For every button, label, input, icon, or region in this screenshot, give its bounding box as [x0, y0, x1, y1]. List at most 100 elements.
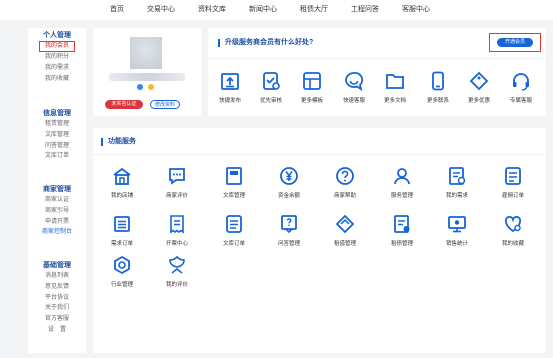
open-membership-highlight: 开通会员: [489, 33, 541, 52]
nav-customer-service[interactable]: 客服中心: [402, 0, 430, 20]
feature-quick-service: 快速客服: [334, 71, 374, 104]
service-my-store[interactable]: 我的店铺: [98, 166, 146, 199]
service-sales-stats[interactable]: 销售统计: [433, 214, 481, 247]
sidebar-item-official-service[interactable]: 官方客服: [28, 314, 86, 325]
qa-icon: [281, 215, 297, 234]
sidebar-item-my-demands[interactable]: 我的需求: [28, 63, 86, 74]
nav-document-library[interactable]: 资料文库: [198, 0, 226, 20]
coupon-icon: [469, 71, 489, 91]
service-my-reviews[interactable]: 我的评价: [153, 255, 201, 288]
nav-news-center[interactable]: 新闻中心: [249, 0, 277, 20]
invoice-icon: [170, 215, 184, 234]
service-my-demands[interactable]: 我的需求: [433, 166, 481, 199]
open-membership-button[interactable]: 开通会员: [497, 38, 533, 47]
service-label: 文库订单: [222, 241, 245, 247]
service-label: 开票中心: [165, 241, 188, 247]
templates-icon: [303, 72, 321, 90]
service-label: 租借管理: [333, 241, 356, 247]
feature-label: 专属客服: [509, 98, 532, 104]
edit-profile-button[interactable]: 修改资料: [150, 100, 180, 109]
sidebar-group-title: 商家管理: [43, 186, 71, 193]
nav-engineering-qa[interactable]: 工程问答: [351, 0, 379, 20]
headset-icon: [513, 73, 529, 91]
service-merchant-help[interactable]: 商家帮助: [321, 166, 369, 199]
debt-icon: [394, 215, 410, 233]
sidebar-item-merchant-guide[interactable]: 商家引导: [28, 206, 86, 217]
sidebar-group-basic: 基础管理 消息列表 意见反馈 平台协议 关于我们 官方客服 设 置: [28, 261, 86, 336]
sidebar-item-settings[interactable]: 设 置: [28, 325, 86, 336]
service-label: 需求订单: [110, 241, 133, 247]
sidebar-item-merchant-console[interactable]: 商家控制台: [28, 227, 86, 238]
sidebar-item-messages[interactable]: 消息列表: [28, 271, 86, 282]
service-invoice-center[interactable]: 开票中心: [153, 214, 201, 247]
sidebar-item-library-orders[interactable]: 文库订单: [28, 151, 86, 162]
service-service-manage[interactable]: 服务管理: [378, 166, 426, 199]
sidebar-item-feedback[interactable]: 意见反馈: [28, 282, 86, 293]
sidebar-item-my-points[interactable]: 我的积分: [28, 52, 86, 63]
demand-icon: [449, 167, 466, 185]
service-my-favorites[interactable]: 我的收藏: [489, 214, 537, 247]
sidebar-item-library-manage[interactable]: 文库管理: [28, 130, 86, 141]
service-demand-orders[interactable]: 需求订单: [98, 214, 146, 247]
sidebar-group-title: 个人管理: [43, 32, 71, 39]
service-label: 我的需求: [445, 193, 468, 199]
sidebar-item-qa-manage[interactable]: 问答管理: [28, 141, 86, 152]
service-label: 商家评价: [165, 193, 188, 199]
services-panel: 功能服务 我的店铺 商家评价 文库管理 资金余额 商家帮助 服务管理 我的需求 …: [93, 128, 546, 353]
nav-home[interactable]: 首页: [110, 0, 124, 20]
service-label: 文库管理: [222, 193, 245, 199]
folder-icon: [386, 74, 404, 89]
service-label: 我的评价: [165, 282, 188, 288]
money-icon: [280, 167, 298, 185]
service-label: 服务管理: [390, 193, 413, 199]
feature-priority-review: 优先审核: [251, 71, 291, 104]
sidebar-item-my-favorites[interactable]: 我的收藏: [28, 74, 86, 85]
top-nav-links: 首页 交易中心 资料文库 新闻中心 租债大厅 工程问答 客服中心: [110, 0, 453, 20]
service-merchant-reviews[interactable]: 商家评价: [153, 166, 201, 199]
realname-cert-button[interactable]: 未实名认证: [105, 100, 143, 109]
sidebar-item-about-us[interactable]: 关于我们: [28, 303, 86, 314]
feature-more-documents: 更多文档: [375, 71, 415, 104]
sales-stats-icon: [448, 216, 466, 233]
sidebar-item-my-membership[interactable]: 我的会员: [39, 41, 75, 52]
gold-badge-icon: [148, 84, 154, 90]
avatar[interactable]: [130, 37, 162, 69]
library-order-icon: [226, 215, 242, 233]
feature-quick-publish: 快捷发布: [210, 71, 250, 104]
library-icon: [226, 167, 242, 185]
my-review-icon: [169, 255, 185, 274]
service-industry-manage[interactable]: 行业管理: [98, 255, 146, 288]
service-label: 我的店铺: [110, 193, 133, 199]
sidebar-group-personal: 个人管理 我的会员 我的积分 我的需求 我的收藏: [28, 31, 86, 84]
nav-trade-center[interactable]: 交易中心: [147, 0, 175, 20]
review-icon: [263, 72, 280, 90]
feature-label: 更多模板: [300, 98, 323, 104]
username-blurred: [109, 73, 185, 81]
chat-icon: [345, 72, 364, 91]
feature-more-discounts: 更多优惠: [459, 71, 499, 104]
service-label: 我的收藏: [501, 241, 524, 247]
service-debt-manage[interactable]: 租债管理: [378, 214, 426, 247]
upgrade-title: 升级服务商会员有什么好处?: [218, 39, 313, 47]
service-hire-orders[interactable]: 雇佣订单: [489, 166, 537, 199]
sidebar-item-lease-manage[interactable]: 租赁管理: [28, 119, 86, 130]
upload-doc-icon: [221, 73, 239, 90]
service-qa-manage[interactable]: 问答管理: [265, 214, 313, 247]
service-label: 行业管理: [110, 282, 133, 288]
sidebar-group-merchant: 商家管理 商家认证 商家引导 申请开票 商家控制台: [28, 185, 86, 238]
sidebar-group-info: 信息管理 租赁管理 文库管理 问答管理 文库订单: [28, 109, 86, 162]
feature-label: 优先审核: [259, 98, 282, 104]
feature-more-templates: 更多模板: [292, 71, 332, 104]
service-fund-balance[interactable]: 资金余额: [265, 166, 313, 199]
service-lease-manage[interactable]: 租借管理: [321, 214, 369, 247]
service-library-manage[interactable]: 文库管理: [210, 166, 258, 199]
top-nav-bar: 首页 交易中心 资料文库 新闻中心 租债大厅 工程问答 客服中心: [0, 0, 553, 20]
sidebar-item-agreement[interactable]: 平台协议: [28, 293, 86, 304]
services-title: 功能服务: [101, 138, 136, 146]
nav-lease-hall[interactable]: 租债大厅: [300, 0, 328, 20]
favorite-icon: [504, 215, 522, 233]
service-library-orders[interactable]: 文库订单: [210, 214, 258, 247]
sidebar-item-apply-invoice[interactable]: 申请开票: [28, 217, 86, 228]
sidebar-item-merchant-cert[interactable]: 商家认证: [28, 195, 86, 206]
feature-label: 更多文档: [383, 98, 406, 104]
